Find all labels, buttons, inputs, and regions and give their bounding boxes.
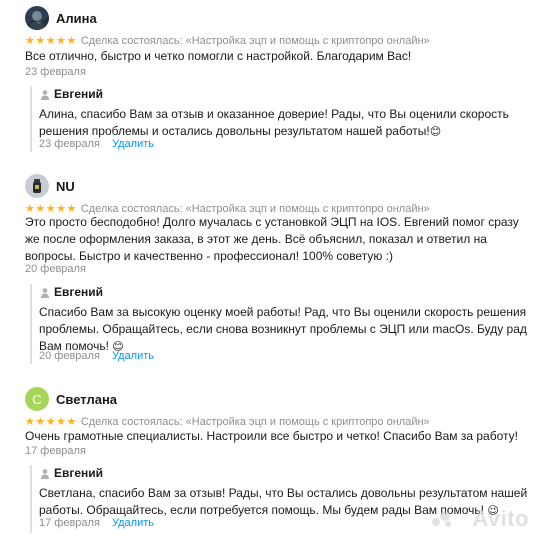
- reply-author: Евгений: [54, 466, 104, 480]
- reply-date: 20 февраля: [39, 350, 100, 362]
- review-card: NU ★★★★★ Сделка состоялась: «Настройка эц…: [0, 174, 541, 369]
- review-date: 20 февраля: [25, 263, 86, 275]
- person-icon: [41, 288, 49, 298]
- review-meta: ★★★★★ Сделка состоялась: «Настройка эцп и…: [25, 34, 430, 47]
- seller-reply: Евгений Светлана, спасибо Вам за отзыв! …: [30, 465, 537, 533]
- rating-stars: ★★★★★: [25, 416, 77, 428]
- review-author[interactable]: Светлана: [56, 392, 117, 407]
- reply-text: Алина, спасибо Вам за отзыв и оказанное …: [39, 107, 509, 138]
- person-icon: [41, 469, 49, 479]
- avatar-photo-icon: [25, 174, 49, 198]
- avatar[interactable]: С: [25, 387, 49, 411]
- avatar-letter: С: [32, 391, 42, 407]
- review-date: 17 февраля: [25, 445, 86, 457]
- delete-reply-link[interactable]: Удалить: [112, 517, 154, 529]
- reply-text: Светлана, спасибо Вам за отзыв! Рады, чт…: [39, 486, 528, 517]
- avatar-photo-icon: [25, 6, 49, 30]
- reply-date: 17 февраля: [39, 517, 100, 529]
- delete-reply-link[interactable]: Удалить: [112, 138, 154, 150]
- review-card: С Светлана ★★★★★ Сделка состоялась: «Наст…: [0, 387, 541, 537]
- review-meta: ★★★★★ Сделка состоялась: «Настройка эцп и…: [25, 415, 430, 428]
- rating-stars: ★★★★★: [25, 35, 77, 47]
- review-date: 23 февраля: [25, 66, 86, 78]
- seller-reply: Евгений Алина, спасибо Вам за отзыв и ок…: [30, 86, 537, 152]
- review-text: Это просто бесподобно! Долго мучалась с …: [25, 215, 519, 263]
- avito-watermark: Avito: [472, 506, 529, 531]
- reply-date: 23 февраля: [39, 138, 100, 150]
- smiling-face-emoji-icon: 😊: [429, 126, 442, 138]
- seller-reply: Евгений Спасибо Вам за высокую оценку мо…: [30, 284, 537, 364]
- deal-info: Сделка состоялась: «Настройка эцп и помо…: [80, 35, 430, 47]
- person-icon: [41, 90, 49, 100]
- review-author[interactable]: NU: [56, 179, 75, 194]
- review-author[interactable]: Алина: [56, 11, 97, 26]
- reply-text: Спасибо Вам за высокую оценку моей работ…: [39, 305, 527, 353]
- review-text: Очень грамотные специалисты. Настроили в…: [25, 429, 518, 443]
- reply-author: Евгений: [54, 87, 104, 101]
- review-card: Алина ★★★★★ Сделка состоялась: «Настройка…: [0, 6, 541, 152]
- delete-reply-link[interactable]: Удалить: [112, 350, 154, 362]
- deal-info: Сделка состоялась: «Настройка эцп и помо…: [80, 416, 430, 428]
- reply-author: Евгений: [54, 285, 104, 299]
- avatar[interactable]: [25, 6, 49, 30]
- review-text: Все отлично, быстро и четко помогли с на…: [25, 49, 412, 63]
- avatar[interactable]: [25, 174, 49, 198]
- avito-logo-icon: [432, 511, 451, 527]
